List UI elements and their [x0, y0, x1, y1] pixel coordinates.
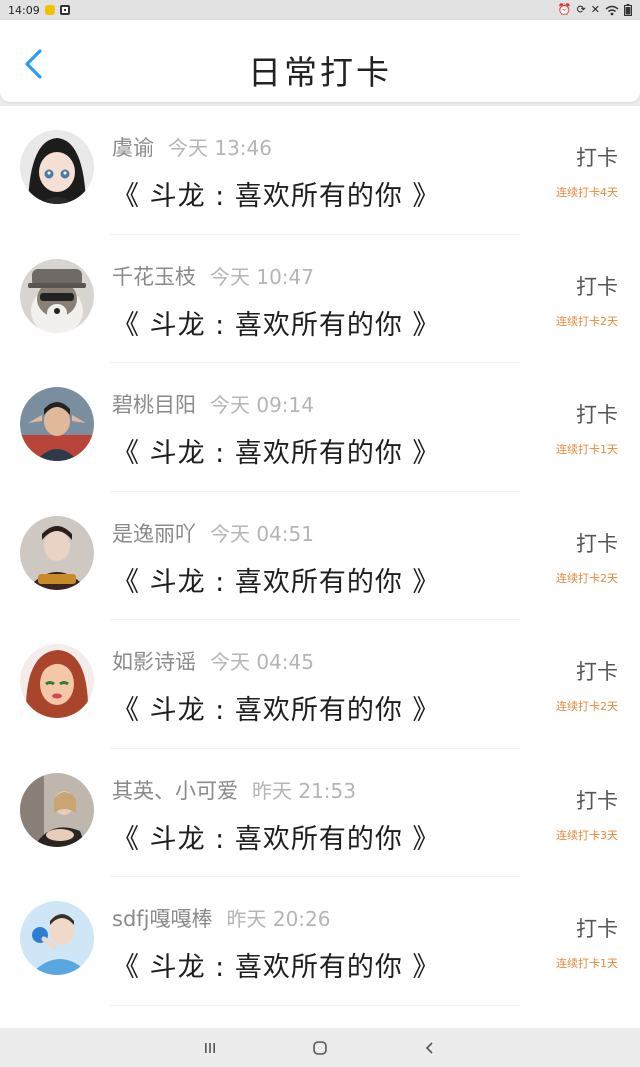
- page-title: 日常打卡: [248, 53, 392, 92]
- list-item[interactable]: sdfj嘎嘎棒 昨天 20:26 《 斗龙 : 喜欢所有的你 》 打卡 连续打卡1…: [0, 877, 640, 1006]
- back-icon: [425, 1041, 433, 1054]
- nav-back-button[interactable]: [410, 1033, 450, 1063]
- list-item[interactable]: 千花玉枝 今天 10:47 《 斗龙 : 喜欢所有的你 》 打卡 连续打卡2天: [0, 235, 640, 363]
- checkin-time: 今天 09:14: [210, 393, 314, 417]
- book-title: 《 斗龙 : 喜欢所有的你 》: [112, 309, 441, 341]
- avatar[interactable]: [20, 644, 94, 718]
- book-title: 《 斗龙 : 喜欢所有的你 》: [112, 566, 441, 598]
- checkin-button[interactable]: 打卡: [576, 656, 618, 686]
- item-meta: sdfj嘎嘎棒 昨天 20:26: [112, 903, 331, 933]
- avatar[interactable]: [20, 515, 94, 590]
- avatar[interactable]: [20, 772, 94, 847]
- streak-label: 连续打卡1天: [556, 443, 618, 456]
- item-meta: 如影诗谣 今天 04:45: [112, 646, 314, 676]
- checkin-button[interactable]: 打卡: [576, 399, 618, 429]
- list-item[interactable]: 是逸丽吖 今天 04:51 《 斗龙 : 喜欢所有的你 》 打卡 连续打卡2天: [0, 492, 640, 620]
- item-meta: 碧桃目阳 今天 09:14: [112, 389, 314, 419]
- sync-icon: ⟳: [576, 3, 586, 16]
- home-icon: [313, 1040, 327, 1055]
- checkin-button[interactable]: 打卡: [576, 785, 618, 815]
- streak-label: 连续打卡2天: [556, 700, 618, 713]
- app-header: 日常打卡: [0, 20, 640, 102]
- status-time: 14:09: [8, 3, 40, 17]
- user-name: sdfj嘎嘎棒: [112, 907, 213, 931]
- checkin-time: 今天 13:46: [168, 136, 272, 160]
- list-item[interactable]: 碧桃目阳 今天 09:14 《 斗龙 : 喜欢所有的你 》 打卡 连续打卡1天: [0, 363, 640, 492]
- item-meta: 是逸丽吖 今天 04:51: [112, 518, 314, 548]
- streak-label: 连续打卡1天: [556, 957, 618, 970]
- user-name: 虞谕: [112, 136, 154, 160]
- user-name: 是逸丽吖: [112, 521, 196, 546]
- avatar[interactable]: [20, 901, 94, 975]
- list-item[interactable]: 虞谕 今天 13:46 《 斗龙 : 喜欢所有的你 》 打卡 连续打卡4天: [0, 106, 640, 235]
- system-nav-bar: [0, 1028, 640, 1067]
- book-title: 《 斗龙 : 喜欢所有的你 》: [112, 695, 441, 726]
- checkin-time: 今天 10:47: [210, 264, 314, 289]
- item-meta: 虞谕 今天 13:46: [112, 132, 272, 162]
- checkin-button[interactable]: 打卡: [576, 271, 618, 301]
- app-icon: [59, 5, 70, 15]
- checkin-time: 今天 04:45: [210, 650, 314, 674]
- checkin-list: 虞谕 今天 13:46 《 斗龙 : 喜欢所有的你 》 打卡 连续打卡4天 千花玉…: [0, 106, 640, 1028]
- book-title: 《 斗龙 : 喜欢所有的你 》: [112, 438, 441, 469]
- battery-icon: [624, 4, 632, 16]
- streak-label: 连续打卡2天: [556, 571, 618, 585]
- item-meta: 千花玉枝 今天 10:47: [112, 261, 314, 291]
- user-name: 如影诗谣: [112, 650, 196, 674]
- wifi-icon: [605, 5, 619, 15]
- checkin-button[interactable]: 打卡: [576, 913, 618, 943]
- streak-label: 连续打卡4天: [556, 186, 618, 199]
- checkin-button[interactable]: 打卡: [576, 142, 618, 172]
- checkin-button[interactable]: 打卡: [576, 528, 618, 558]
- avatar[interactable]: [20, 387, 94, 461]
- streak-label: 连续打卡2天: [556, 314, 618, 328]
- book-title: 《 斗龙 : 喜欢所有的你 》: [112, 952, 441, 983]
- divider: [110, 1004, 520, 1006]
- user-name: 碧桃目阳: [112, 393, 196, 417]
- status-bar: 14:09 ⏰ ⟳ ✕: [0, 0, 640, 20]
- checkin-time: 今天 04:51: [210, 521, 314, 546]
- mute-icon: ✕: [590, 3, 600, 16]
- list-item[interactable]: 如影诗谣 今天 04:45 《 斗龙 : 喜欢所有的你 》 打卡 连续打卡2天: [0, 620, 640, 749]
- book-title: 《 斗龙 : 喜欢所有的你 》: [112, 181, 441, 212]
- recents-button[interactable]: [190, 1033, 230, 1063]
- list-item[interactable]: 其英、小可爱 昨天 21:53 《 斗龙 : 喜欢所有的你 》 打卡 连续打卡3天: [0, 749, 640, 877]
- streak-label: 连续打卡3天: [556, 828, 618, 842]
- user-name: 其英、小可爱: [112, 778, 238, 803]
- checkin-time: 昨天 20:26: [226, 907, 331, 931]
- checkin-time: 昨天 21:53: [252, 778, 356, 803]
- avatar[interactable]: [20, 130, 94, 204]
- user-name: 千花玉枝: [112, 264, 196, 289]
- home-button[interactable]: [300, 1033, 340, 1063]
- notification-icon: [44, 5, 55, 15]
- recents-icon: [205, 1042, 215, 1053]
- alarm-icon: ⏰: [557, 3, 572, 16]
- book-title: 《 斗龙 : 喜欢所有的你 》: [112, 823, 441, 855]
- avatar[interactable]: [20, 258, 94, 333]
- item-meta: 其英、小可爱 昨天 21:53: [112, 775, 356, 805]
